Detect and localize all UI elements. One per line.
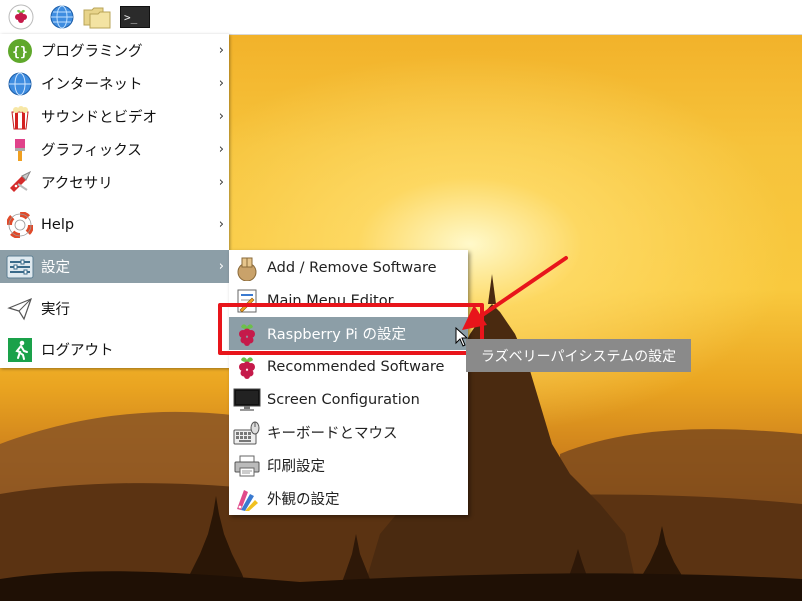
menu-item-tooltip: ラズベリーパイシステムの設定 — [466, 339, 691, 372]
annotation-arrow-icon — [462, 256, 568, 330]
